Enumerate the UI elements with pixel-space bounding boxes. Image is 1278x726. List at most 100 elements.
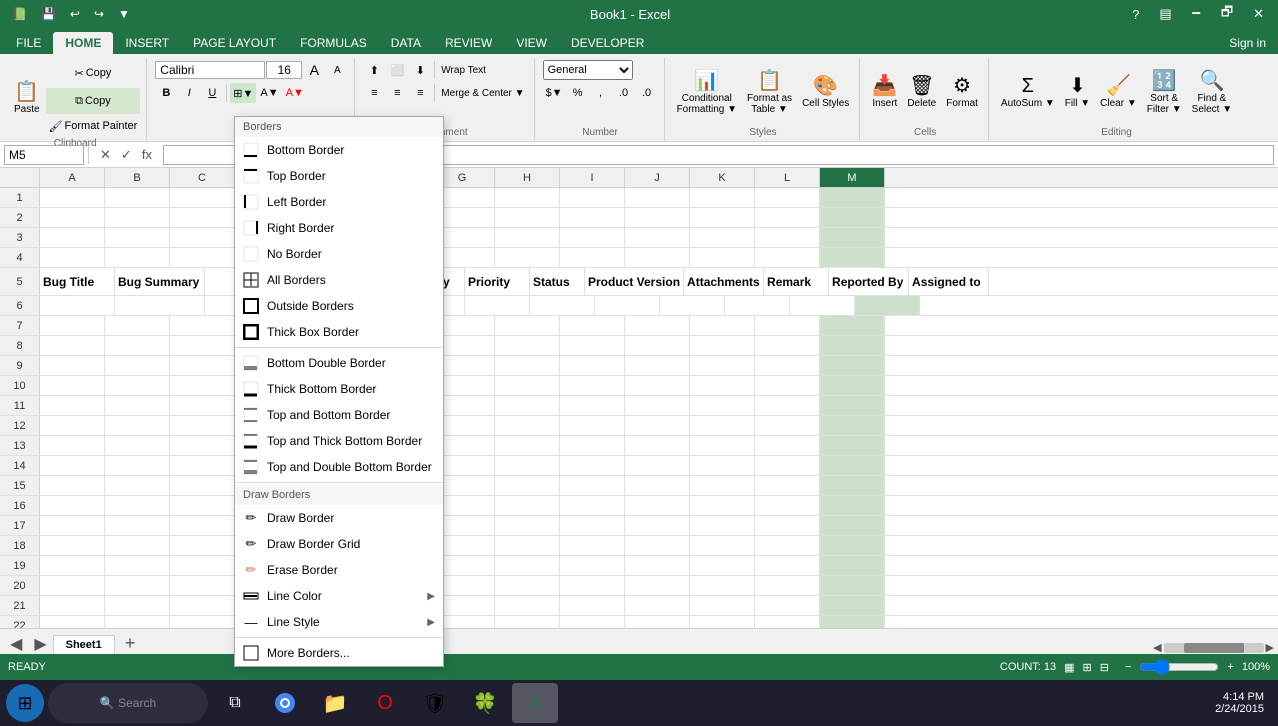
col-header-H[interactable]: H: [495, 168, 560, 187]
cell[interactable]: [40, 496, 105, 515]
cell[interactable]: [755, 436, 820, 455]
cell[interactable]: [820, 436, 885, 455]
cell[interactable]: [495, 376, 560, 395]
scroll-sheets-right[interactable]: ▶: [28, 634, 52, 654]
cell[interactable]: [170, 356, 235, 375]
cell[interactable]: [560, 416, 625, 435]
underline-button[interactable]: U: [201, 83, 223, 103]
cell[interactable]: [495, 596, 560, 615]
copy-button[interactable]: ⧉ Copy: [46, 88, 141, 114]
cell[interactable]: [690, 616, 755, 628]
cell[interactable]: [755, 596, 820, 615]
scroll-bar[interactable]: [1164, 643, 1264, 653]
cell[interactable]: [820, 496, 885, 515]
cell[interactable]: [105, 376, 170, 395]
erase-border-item[interactable]: ✏ Erase Border: [235, 557, 443, 583]
conditional-formatting-button[interactable]: 📊 ConditionalFormatting ▼: [673, 66, 741, 120]
align-top-button[interactable]: ⬆: [363, 60, 385, 80]
cell[interactable]: [820, 396, 885, 415]
cell[interactable]: [820, 356, 885, 375]
cell[interactable]: [105, 208, 170, 227]
cell[interactable]: [560, 228, 625, 247]
scroll-right-button[interactable]: ▶: [1266, 641, 1274, 654]
autosum-button[interactable]: Σ AutoSum ▼: [997, 66, 1059, 120]
format-button[interactable]: ⚙ Format: [942, 66, 982, 120]
cell[interactable]: [495, 396, 560, 415]
col-header-A[interactable]: A: [40, 168, 105, 187]
cell[interactable]: [755, 336, 820, 355]
cell[interactable]: [625, 436, 690, 455]
font-color-button[interactable]: A▼: [283, 83, 307, 103]
top-double-bottom-border-item[interactable]: Top and Double Bottom Border: [235, 454, 443, 480]
cancel-formula-button[interactable]: ✕: [97, 146, 114, 164]
opera-taskbar-button[interactable]: O: [362, 683, 408, 723]
col-header-M[interactable]: M: [820, 168, 885, 187]
cell[interactable]: [495, 516, 560, 535]
col-header-C[interactable]: C: [170, 168, 235, 187]
cell[interactable]: [560, 208, 625, 227]
cell[interactable]: [495, 616, 560, 628]
cell[interactable]: [170, 396, 235, 415]
cell[interactable]: [105, 356, 170, 375]
close-button[interactable]: ✕: [1247, 4, 1270, 24]
cell[interactable]: [40, 516, 105, 535]
cell[interactable]: [820, 208, 885, 227]
cell[interactable]: [40, 416, 105, 435]
cell[interactable]: [40, 456, 105, 475]
cell[interactable]: [820, 516, 885, 535]
bottom-border-item[interactable]: Bottom Border: [235, 137, 443, 163]
cell[interactable]: [560, 188, 625, 207]
cell[interactable]: [115, 296, 205, 315]
cell[interactable]: [625, 208, 690, 227]
line-color-item[interactable]: Line Color ▶: [235, 583, 443, 609]
merge-center-button[interactable]: Merge & Center ▼: [438, 83, 527, 103]
cell[interactable]: [690, 496, 755, 515]
cell[interactable]: [495, 436, 560, 455]
cell[interactable]: [105, 228, 170, 247]
cell[interactable]: [170, 456, 235, 475]
all-borders-item[interactable]: All Borders: [235, 267, 443, 293]
cell[interactable]: [560, 476, 625, 495]
cell[interactable]: [105, 616, 170, 628]
align-right-button[interactable]: ≡: [409, 83, 431, 103]
cell[interactable]: [755, 376, 820, 395]
cell[interactable]: [690, 576, 755, 595]
help-button[interactable]: ?: [1126, 5, 1145, 24]
cell[interactable]: [755, 228, 820, 247]
cell[interactable]: [690, 436, 755, 455]
cell[interactable]: [820, 188, 885, 207]
increase-font-button[interactable]: A: [303, 60, 325, 80]
cell[interactable]: [40, 396, 105, 415]
col-header-L[interactable]: L: [755, 168, 820, 187]
cell[interactable]: [625, 476, 690, 495]
cell[interactable]: [625, 356, 690, 375]
cell[interactable]: [40, 356, 105, 375]
percent-button[interactable]: %: [567, 83, 589, 103]
font-name-input[interactable]: [155, 61, 265, 79]
bold-button[interactable]: B: [155, 83, 177, 103]
tab-developer[interactable]: DEVELOPER: [559, 32, 656, 54]
cell[interactable]: [560, 576, 625, 595]
format-painter-button[interactable]: 🖌 Format Painter: [46, 116, 141, 136]
cell[interactable]: [40, 556, 105, 575]
sheet-tab-sheet1[interactable]: Sheet1: [53, 635, 115, 654]
windows-defender-button[interactable]: 🛡: [412, 683, 458, 723]
cell[interactable]: [105, 556, 170, 575]
cell[interactable]: [495, 536, 560, 555]
header-cell-status[interactable]: Status: [530, 268, 585, 295]
cell[interactable]: [530, 296, 595, 315]
cell[interactable]: [495, 336, 560, 355]
ribbon-display-button[interactable]: ▤: [1153, 4, 1177, 24]
cell[interactable]: [625, 228, 690, 247]
cell[interactable]: [495, 556, 560, 575]
cell[interactable]: [105, 596, 170, 615]
cell[interactable]: [495, 356, 560, 375]
cell[interactable]: [560, 596, 625, 615]
tab-view[interactable]: VIEW: [504, 32, 559, 54]
wrap-text-button[interactable]: Wrap Text: [438, 60, 489, 80]
outside-borders-item[interactable]: Outside Borders: [235, 293, 443, 319]
cell[interactable]: [495, 228, 560, 247]
header-cell-attachments[interactable]: Attachments: [684, 268, 764, 295]
cell[interactable]: [170, 556, 235, 575]
undo-icon[interactable]: ↩: [66, 5, 84, 23]
